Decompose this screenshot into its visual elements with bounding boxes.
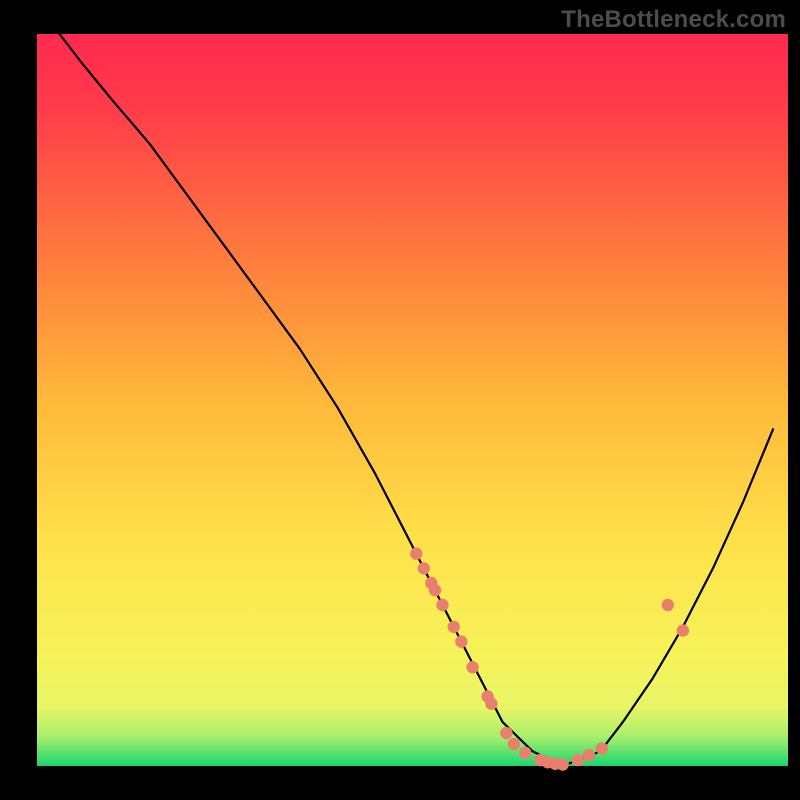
data-marker <box>519 747 531 759</box>
data-marker <box>410 548 422 560</box>
data-marker <box>448 621 460 633</box>
data-marker <box>677 624 689 636</box>
watermark-text: TheBottleneck.com <box>561 6 786 34</box>
data-marker <box>418 562 430 574</box>
data-marker <box>662 599 674 611</box>
data-marker <box>508 738 520 750</box>
data-marker <box>557 758 569 770</box>
data-marker <box>583 749 595 761</box>
chart-container: TheBottleneck.com <box>0 0 800 800</box>
bottleneck-chart <box>0 0 800 800</box>
data-marker <box>485 698 497 710</box>
data-marker <box>596 742 608 754</box>
data-marker <box>572 754 584 766</box>
data-marker <box>455 635 467 647</box>
data-marker <box>429 584 441 596</box>
data-marker <box>500 727 512 739</box>
data-marker <box>466 661 478 673</box>
data-marker <box>436 599 448 611</box>
